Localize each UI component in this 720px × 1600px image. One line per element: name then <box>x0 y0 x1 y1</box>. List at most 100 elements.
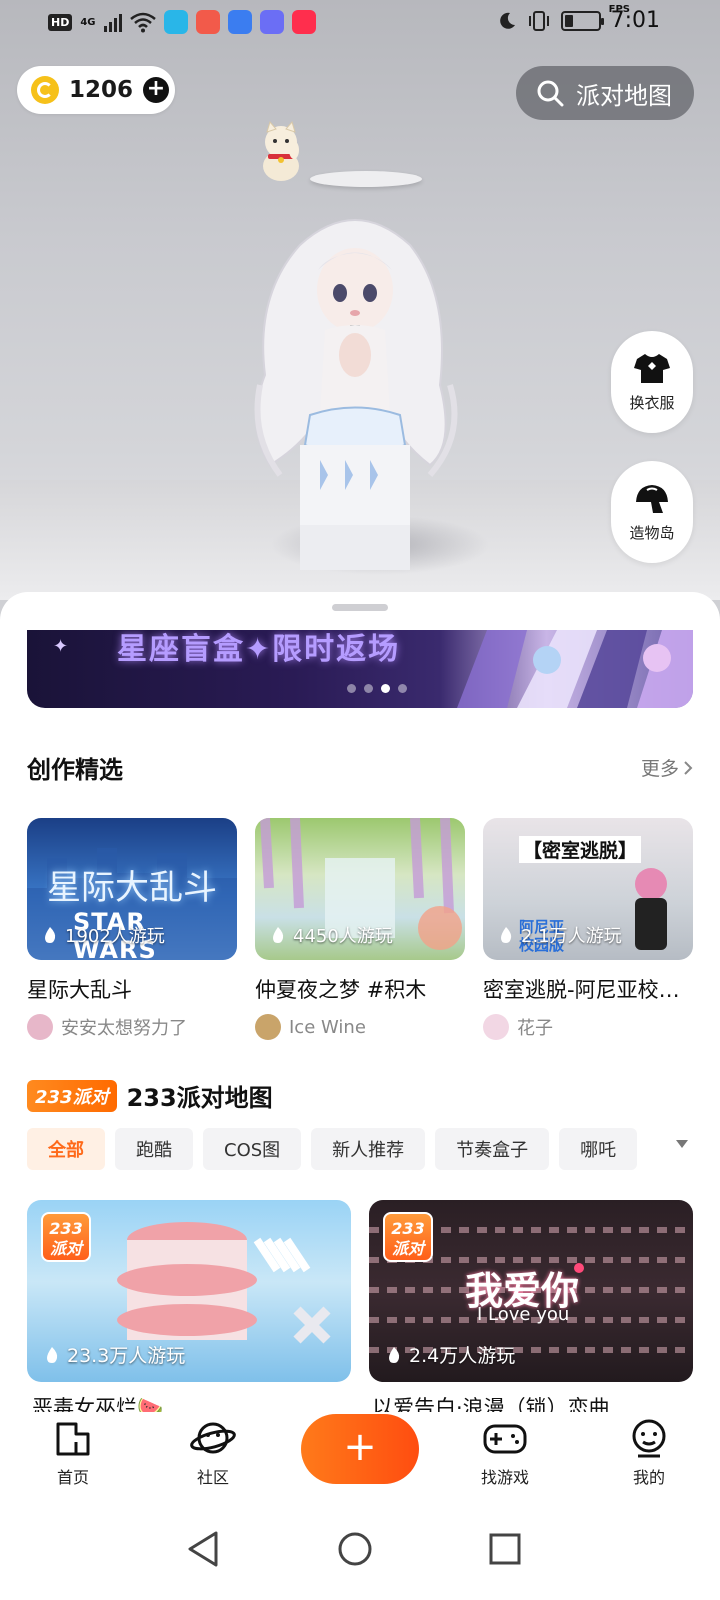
card-thumbnail: 星际大乱斗 STAR WARS 1902人游玩 <box>27 818 237 960</box>
featured-card[interactable]: 【密室逃脱】 阿尼亚 校园版 2.1万人游玩 密室逃脱-阿尼亚校园版 花子 <box>483 818 693 1040</box>
banner-text: 星座盲盒✦限时返场 <box>117 632 401 667</box>
play-count: 1902人游玩 <box>43 922 165 948</box>
notification-app-icon <box>259 10 284 34</box>
notification-app-icon <box>195 10 220 34</box>
coin-amount: 1206 <box>69 77 134 103</box>
play-count-text: 23.3万人游玩 <box>67 1345 186 1367</box>
card-art-text: 【密室逃脱】 <box>519 836 642 863</box>
party-map-cards: 233派对 23.3万人游玩 233派对 我爱你 I Love you 2.4万… <box>27 1200 693 1382</box>
mascot-pedestal <box>310 171 422 187</box>
category-chip[interactable]: COS图 <box>203 1128 302 1170</box>
category-chips: 全部 跑酷 COS图 新人推荐 节奏盒子 哪吒 <box>27 1128 638 1170</box>
search-label: 派对地图 <box>576 81 672 110</box>
featured-card[interactable]: 4450人游玩 仲夏夜之梦 #积木 Ice Wine <box>255 818 465 1040</box>
notification-app-icon <box>291 10 316 34</box>
card-author[interactable]: Ice Wine <box>255 1014 465 1040</box>
search-icon <box>537 80 564 107</box>
sheet-drag-handle[interactable] <box>332 604 388 611</box>
card-art-subtext: I Love you <box>477 1304 570 1325</box>
category-chip[interactable]: 节奏盒子 <box>435 1128 550 1170</box>
featured-cards: 星际大乱斗 STAR WARS 1902人游玩 星际大乱斗 安安太想努力了 44… <box>27 818 720 1040</box>
category-chip[interactable]: 跑酷 <box>115 1128 193 1170</box>
pagination-dot[interactable] <box>381 684 390 693</box>
nav-home-label: 首页 <box>56 1468 89 1487</box>
card-title: 仲夏夜之梦 #积木 <box>255 978 427 1002</box>
nav-find-games[interactable]: 找游戏 <box>460 1418 550 1488</box>
card-author[interactable]: 花子 <box>483 1014 693 1040</box>
more-label: 更多 <box>640 758 679 780</box>
signal-icon <box>103 12 122 32</box>
author-avatar <box>255 1014 281 1040</box>
pagination-dot[interactable] <box>364 684 373 693</box>
notification-app-icon <box>227 10 252 34</box>
flame-icon <box>501 927 512 943</box>
nav-home[interactable]: 首页 <box>28 1418 118 1488</box>
home-circle-icon[interactable] <box>337 1530 373 1568</box>
clock: 7:01 <box>610 8 660 33</box>
gamepad-icon <box>483 1424 527 1454</box>
wardrobe-label: 换衣服 <box>629 393 675 412</box>
play-count: 2.4万人游玩 <box>387 1341 515 1368</box>
add-coins-button[interactable]: + <box>143 77 170 103</box>
character-art <box>635 868 667 950</box>
back-icon[interactable] <box>186 1530 220 1568</box>
creation-island-button[interactable]: 造物岛 <box>611 461 693 563</box>
status-bar: HD 4G FPS 7:01 <box>0 0 720 48</box>
party-map-card[interactable]: 233派对 23.3万人游玩 <box>27 1200 351 1382</box>
recents-icon[interactable] <box>488 1530 522 1568</box>
party-badge: 233派对 <box>27 1079 117 1112</box>
party-map-search-button[interactable]: 派对地图 <box>516 66 694 120</box>
create-plus-button[interactable]: + <box>301 1414 419 1484</box>
party-maps-title: 233派对地图 <box>126 1084 273 1112</box>
play-count-text: 2.1万人游玩 <box>521 926 622 947</box>
network-type: 4G <box>80 16 96 28</box>
wifi-icon <box>129 12 156 33</box>
coin-balance[interactable]: 1206 + <box>17 66 175 114</box>
card-author[interactable]: 安安太想努力了 <box>27 1014 237 1040</box>
home-icon <box>56 1422 90 1456</box>
card-title: 密室逃脱-阿尼亚校园版 <box>483 978 693 1002</box>
nav-me-label: 我的 <box>632 1468 665 1487</box>
play-count-text: 1902人游玩 <box>65 926 165 947</box>
tshirt-icon <box>634 353 670 383</box>
featured-title: 创作精选 <box>27 756 123 784</box>
flame-icon <box>389 1346 400 1363</box>
construction-helmet-icon <box>636 484 668 513</box>
avatar-scene[interactable]: HD 4G FPS 7:01 1206 + 派对地图 换衣服 造物岛 <box>0 0 720 600</box>
featured-more-link[interactable]: 更多 <box>641 754 693 781</box>
chevron-down-icon[interactable] <box>676 1140 688 1148</box>
category-chip[interactable]: 全部 <box>27 1128 105 1170</box>
party-logo-badge: 233派对 <box>41 1212 91 1262</box>
featured-card[interactable]: 星际大乱斗 STAR WARS 1902人游玩 星际大乱斗 安安太想努力了 <box>27 818 237 1040</box>
battery-icon <box>560 10 604 31</box>
profile-face-icon <box>632 1419 666 1458</box>
promo-banner[interactable]: ✦ 星座盲盒✦限时返场 <box>27 630 693 708</box>
category-chip[interactable]: 哪吒 <box>559 1128 638 1170</box>
play-count: 23.3万人游玩 <box>45 1341 185 1368</box>
nav-community-label: 社区 <box>196 1468 229 1487</box>
category-chip[interactable]: 新人推荐 <box>311 1128 426 1170</box>
author-avatar <box>483 1014 509 1040</box>
bottom-navigation: 首页 社区 + 找游戏 我的 <box>0 1412 720 1508</box>
pagination-dot[interactable] <box>398 684 407 693</box>
banner-pagination <box>347 684 407 693</box>
card-title: 星际大乱斗 <box>27 978 132 1002</box>
play-count: 2.1万人游玩 <box>499 922 622 948</box>
nav-me[interactable]: 我的 <box>604 1418 694 1488</box>
notification-app-icon <box>163 10 188 34</box>
player-avatar[interactable] <box>240 205 470 585</box>
card-thumbnail: 【密室逃脱】 阿尼亚 校园版 2.1万人游玩 <box>483 818 693 960</box>
lucky-cat-pet[interactable] <box>258 120 304 182</box>
banner-artwork <box>457 630 693 708</box>
coin-icon <box>31 76 59 104</box>
author-name: Ice Wine <box>289 1016 366 1038</box>
play-count: 4450人游玩 <box>271 922 393 948</box>
party-maps-header: 233派对 233派对地图 <box>27 1078 693 1113</box>
party-map-card[interactable]: 233派对 我爱你 I Love you 2.4万人游玩 <box>369 1200 693 1382</box>
pagination-dot[interactable] <box>347 684 356 693</box>
card-thumbnail: 4450人游玩 <box>255 818 465 960</box>
wardrobe-button[interactable]: 换衣服 <box>611 331 693 433</box>
flame-icon <box>273 927 284 943</box>
nav-community[interactable]: 社区 <box>168 1418 258 1488</box>
moon-icon <box>499 12 515 29</box>
